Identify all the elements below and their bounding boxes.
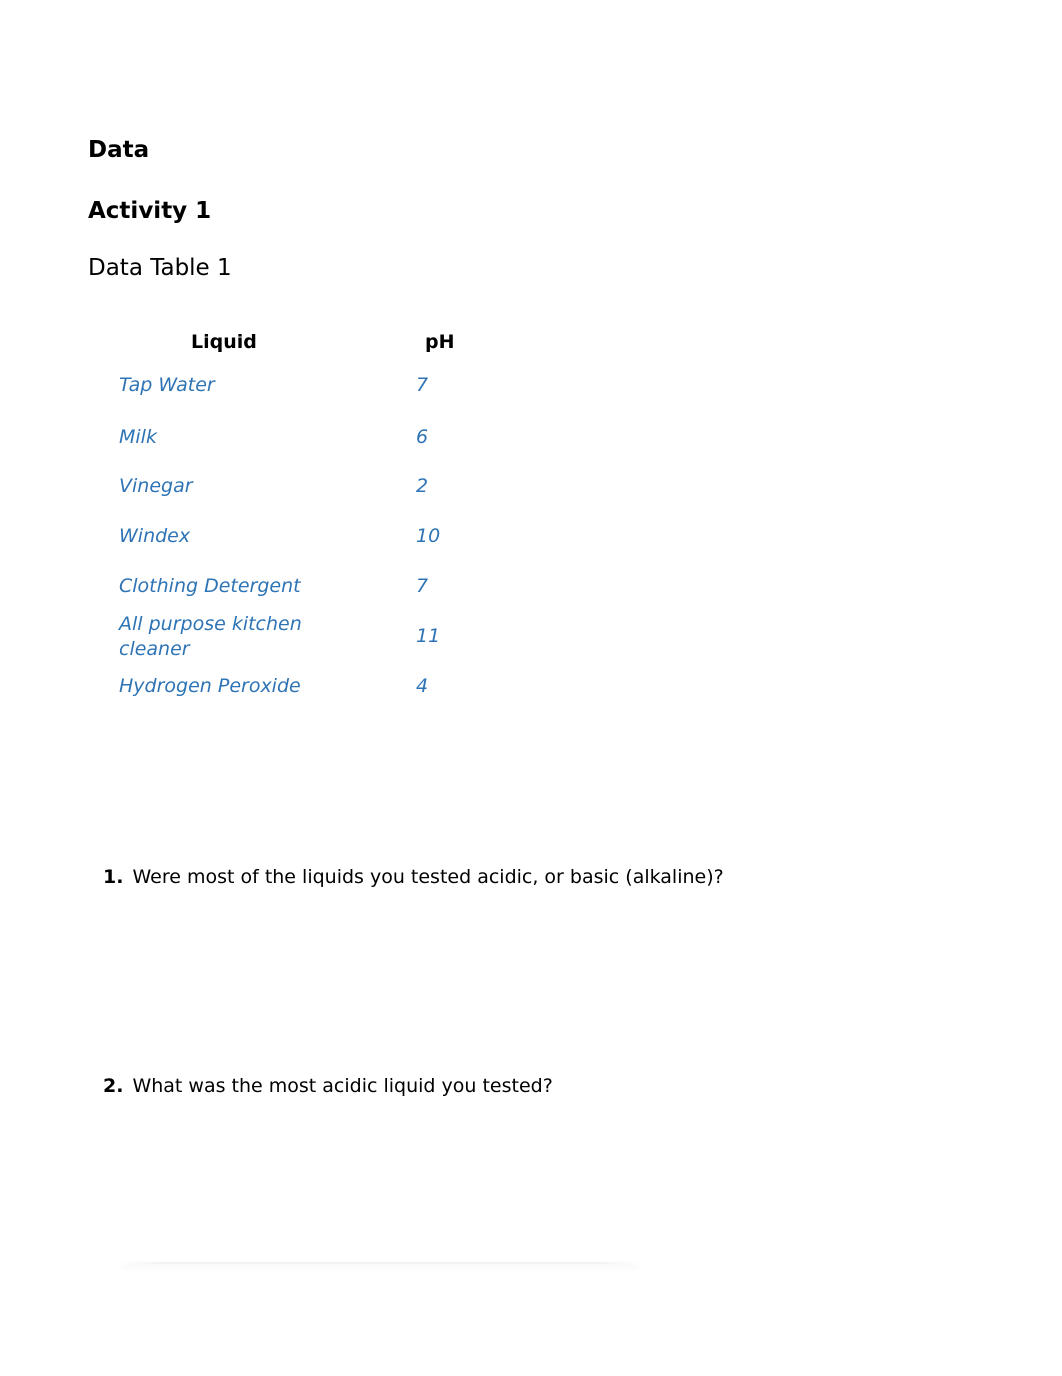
- liquid-cell: Clothing Detergent: [119, 575, 301, 597]
- question-number: 2.: [103, 1075, 124, 1097]
- liquid-cell: Windex: [119, 525, 191, 547]
- ph-cell: 7: [416, 374, 429, 396]
- ph-cell: 10: [416, 525, 441, 547]
- question-text: What was the most acidic liquid you test…: [132, 1075, 553, 1097]
- column-header-ph: pH: [425, 331, 455, 353]
- question-1: 1. Were most of the liquids you tested ac…: [103, 868, 724, 887]
- ph-cell: 11: [416, 625, 441, 647]
- question-number: 1.: [103, 866, 124, 888]
- liquid-cell-line2: cleaner: [119, 638, 190, 660]
- question-2: 2. What was the most acidic liquid you te…: [103, 1077, 553, 1096]
- page-fade-divider: [120, 1262, 640, 1264]
- liquid-cell: Tap Water: [119, 374, 215, 396]
- liquid-cell: Hydrogen Peroxide: [119, 675, 301, 697]
- ph-cell: 4: [416, 675, 429, 697]
- column-header-liquid: Liquid: [191, 331, 257, 353]
- table-title: Data Table 1: [88, 255, 232, 281]
- liquid-cell: Milk: [119, 426, 157, 448]
- ph-cell: 2: [416, 475, 429, 497]
- ph-cell: 6: [416, 426, 429, 448]
- question-text: Were most of the liquids you tested acid…: [132, 866, 724, 888]
- activity-heading: Activity 1: [88, 198, 212, 224]
- ph-cell: 7: [416, 575, 429, 597]
- section-heading: Data: [88, 137, 150, 163]
- liquid-cell: Vinegar: [119, 475, 193, 497]
- liquid-cell-line1: All purpose kitchen: [119, 613, 302, 635]
